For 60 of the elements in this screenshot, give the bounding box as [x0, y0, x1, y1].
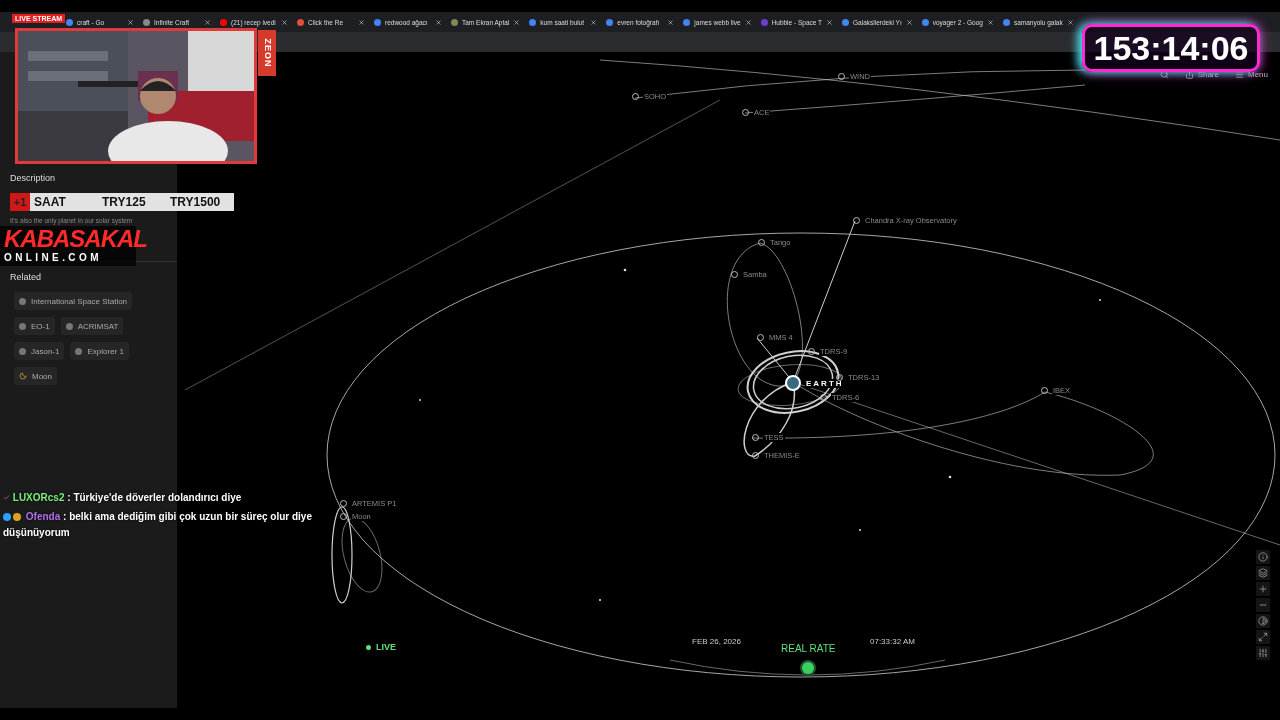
brand-tag: ZEON [258, 30, 276, 76]
menu-icon [1235, 70, 1244, 79]
related-chip[interactable]: ACRIMSAT [60, 317, 124, 336]
timer-text: 153:14:06 [1093, 28, 1249, 68]
close-icon[interactable] [204, 18, 211, 26]
share-button[interactable]: Share [1184, 70, 1219, 79]
rate-text: REAL RATE [781, 643, 836, 654]
close-icon[interactable] [513, 18, 521, 26]
sliders-icon [1258, 648, 1268, 658]
settings-button[interactable] [1256, 646, 1270, 660]
close-icon[interactable] [435, 18, 442, 26]
close-icon[interactable] [744, 18, 752, 26]
price-text: TRY125 [101, 195, 147, 209]
related-chip[interactable]: International Space Station [14, 292, 133, 311]
info-icon [1258, 552, 1268, 562]
close-icon[interactable] [905, 18, 913, 26]
plus-icon [1258, 584, 1268, 594]
close-icon[interactable] [826, 18, 834, 26]
time-slider-thumb[interactable] [802, 662, 814, 674]
live-button[interactable]: LIVE [366, 642, 396, 652]
dot-icon [19, 347, 26, 355]
dot-icon [75, 347, 83, 355]
related-chip[interactable]: EO-1 [14, 317, 55, 336]
date-text: FEB 26, 2026 [692, 637, 741, 646]
time-text: 07:33:32 AM [870, 637, 915, 646]
dot-icon [19, 297, 26, 305]
section-heading: Description [9, 172, 57, 185]
logo-title: KABASAKAL [4, 226, 147, 252]
price-text: TRY1500 [169, 195, 222, 209]
related-chip[interactable]: Jason-1 [14, 342, 65, 361]
close-icon[interactable] [986, 18, 994, 26]
search-icon[interactable] [1159, 70, 1169, 79]
close-icon[interactable] [281, 18, 288, 26]
banner-badge: +1 [10, 193, 30, 211]
price-text: SAAT [33, 195, 67, 209]
fullscreen-button[interactable] [1256, 630, 1270, 644]
info-button[interactable] [1256, 550, 1270, 564]
object-label: EARTH [805, 378, 845, 388]
contrast-button[interactable] [1256, 614, 1270, 628]
menu-button[interactable]: Menu [1235, 70, 1268, 79]
planet-icon[interactable] [785, 375, 801, 391]
chat-message: Ofenda : belki ama dediğim gibi çok uzun bir süreç olur diye düşünüyorum [3, 510, 313, 540]
layers-icon [1258, 568, 1268, 578]
expand-icon [1258, 632, 1268, 642]
dot-icon [65, 322, 73, 330]
close-icon[interactable] [590, 18, 598, 26]
chat-message: LUXORcs2 : Türkiye'de döverler dolandırıcı diye [3, 490, 333, 506]
close-icon[interactable] [1066, 18, 1074, 26]
close-icon[interactable] [667, 18, 675, 26]
close-icon[interactable] [127, 18, 134, 26]
share-icon [1184, 70, 1194, 79]
layers-button[interactable] [1256, 566, 1270, 580]
logo-subtitle: ONLINE.COM [4, 252, 102, 264]
close-icon[interactable] [358, 18, 365, 26]
dot-icon [19, 322, 26, 330]
contrast-icon [1258, 616, 1268, 626]
related-chip[interactable]: Moon [14, 367, 57, 386]
section-heading: Related [9, 271, 43, 285]
related-chip[interactable]: Explorer 1 [70, 342, 129, 361]
moon-icon [19, 372, 27, 381]
